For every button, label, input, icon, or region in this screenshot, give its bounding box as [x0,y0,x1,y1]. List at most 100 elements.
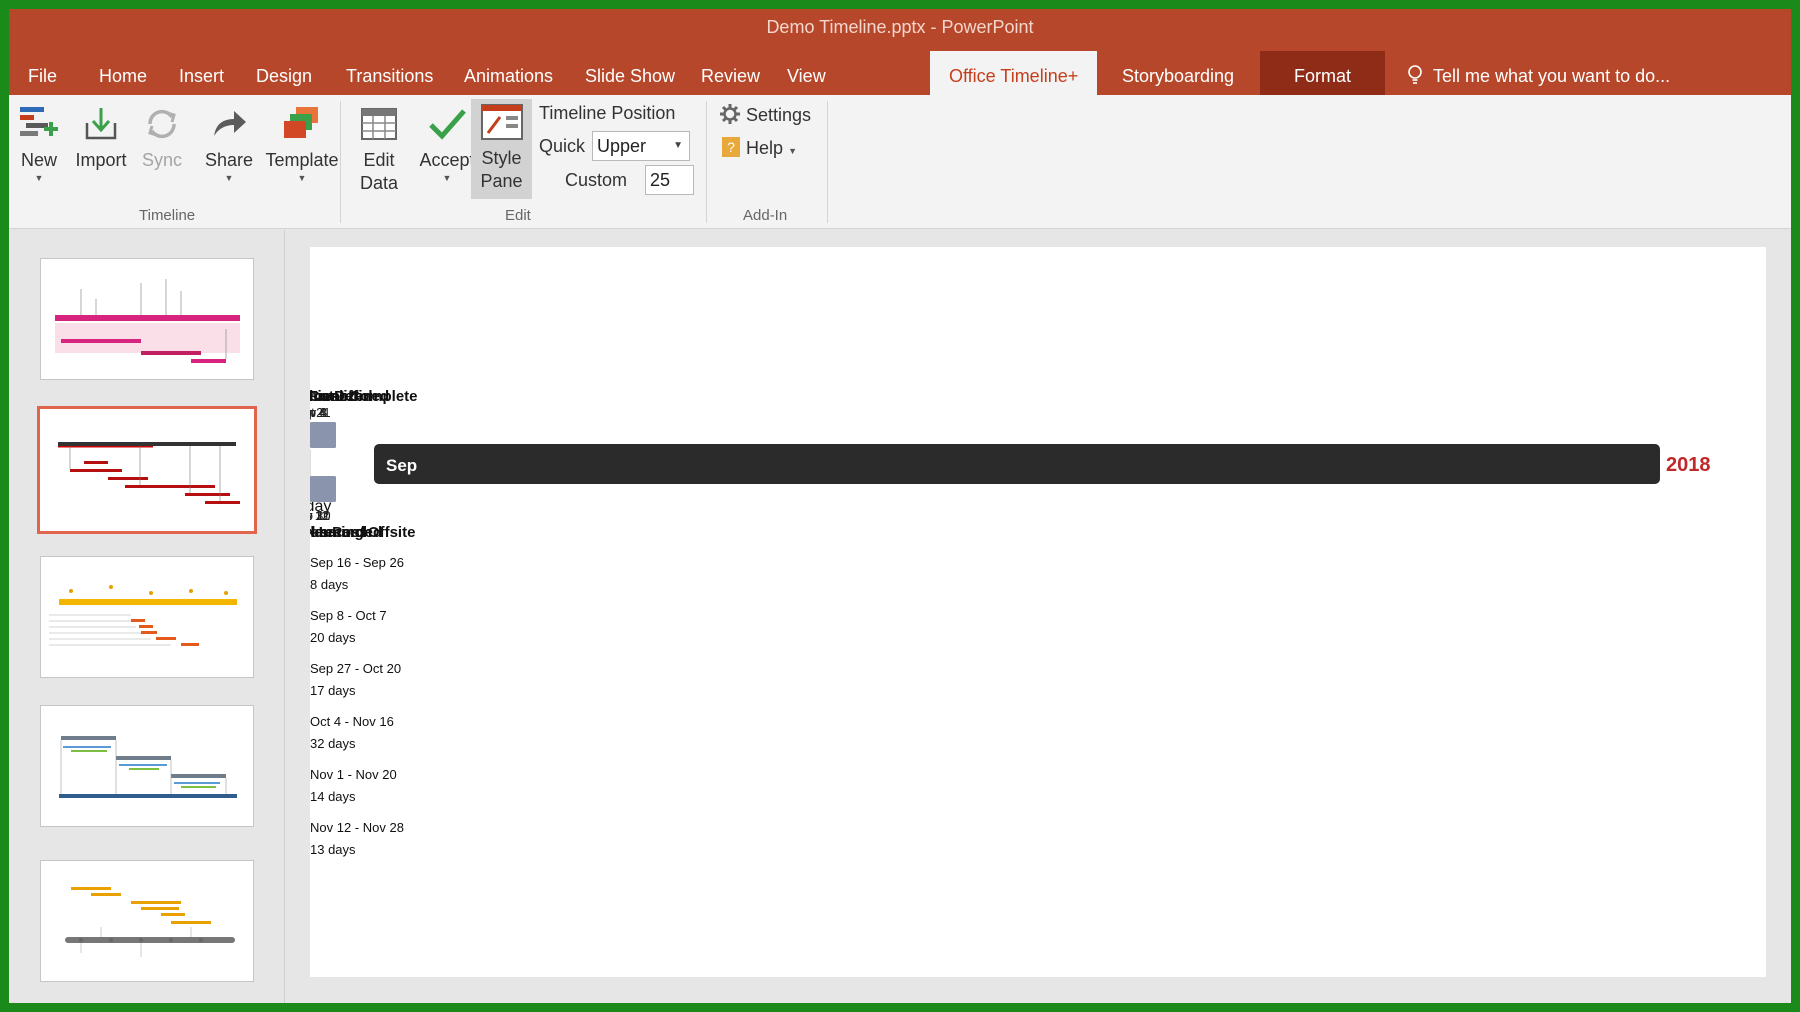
quick-position-value: Upper [597,136,647,156]
edit-data-line1: Edit [363,150,395,170]
help-icon: ? [722,137,740,157]
task-duration: 8 days [310,577,349,592]
task-duration: 17 days [310,683,356,698]
month-label: Nov [310,456,343,475]
sync-icon [148,109,176,139]
thumbnail-preview [59,736,237,798]
help-label: Help [746,138,784,158]
task-duration: 20 days [310,630,356,645]
month-label: Sep [386,456,417,475]
custom-position-value: 25 [650,170,671,190]
slide-thumbnail-pane [9,230,285,1003]
tab-transitions[interactable]: Transitions [346,51,433,95]
group-label-edit: Edit [505,207,531,224]
timeline-graphic: SepOctNov2018TodaySep 8Themes FinalizedO… [310,388,1711,858]
tab-review[interactable]: Review [701,51,760,95]
sync-button[interactable]: Sync [137,101,187,172]
tab-insert[interactable]: Insert [179,51,224,95]
thumbnail-preview [65,887,235,957]
quick-position-dropdown[interactable]: Upper ▼ [592,131,690,161]
help-button[interactable]: ? Help ▼ [721,136,797,159]
task-date-range: Nov 12 - Nov 28 [310,820,404,835]
time-band [374,444,1660,484]
task-duration: 14 days [310,789,356,804]
title-bar: Demo Timeline.pptx - PowerPoint [9,9,1791,51]
table-grid-icon [361,108,397,140]
style-pane-icon [480,104,523,140]
task-duration: 32 days [310,736,356,751]
timeline-position-label: Timeline Position [539,103,676,123]
group-label-add-in: Add-In [743,207,788,224]
milestone-marker [310,422,336,448]
group-separator [827,101,828,223]
slide-thumbnail-1[interactable] [40,258,254,380]
share-button[interactable]: Share ▼ [202,101,256,184]
tab-file[interactable]: File [28,51,57,95]
slide-thumbnail-3[interactable] [40,556,254,678]
edit-data-button[interactable]: Edit Data [354,101,404,195]
task-date-range: Sep 8 - Oct 7 [310,608,387,623]
task-date-range: Nov 1 - Nov 20 [310,767,397,782]
tab-view[interactable]: View [787,51,826,95]
milestone-marker [310,476,336,502]
tab-format[interactable]: Format [1260,51,1386,95]
group-separator [706,101,707,223]
task-date-range: Oct 4 - Nov 16 [310,714,394,729]
custom-label: Custom [565,170,628,190]
slide-thumbnail-4[interactable] [40,705,254,827]
template-label: Template [265,150,339,170]
powerpoint-window: Demo Timeline.pptx - PowerPoint File Hom… [9,9,1791,1003]
share-arrow-icon [214,111,246,136]
import-label: Import [75,150,127,170]
share-label: Share [204,150,254,170]
task-date-range: Sep 27 - Oct 20 [310,661,401,676]
tab-office-timeline[interactable]: Office Timeline+ [930,51,1098,95]
checkmark-icon [429,109,466,140]
thumbnail-preview [49,585,237,646]
milestone-title: Post Scorecard [310,524,365,541]
ribbon: New ▼ Import Sync Share ▼ Template ▼ Tim… [9,95,1791,229]
thumbnail-preview [55,279,240,363]
tab-animations[interactable]: Animations [464,51,553,95]
template-button[interactable]: Template ▼ [261,101,343,184]
chevron-down-icon: ▼ [442,173,452,183]
new-label: New [20,150,57,170]
style-pane-line1: Style [481,148,522,168]
group-separator [340,101,341,223]
chevron-down-icon: ▼ [788,146,797,156]
quick-label: Quick [539,136,586,156]
accept-label: Accept [419,150,475,170]
group-label-timeline: Timeline [139,207,196,224]
style-pane-button[interactable]: Style Pane [471,99,532,199]
accept-button[interactable]: Accept ▼ [415,101,479,184]
template-icon [284,107,318,138]
window-title: Demo Timeline.pptx - PowerPoint [766,17,1034,37]
lightbulb-icon [1408,65,1422,84]
ribbon-tab-bar: File Home Insert Design Transitions Anim… [9,51,1791,95]
task-duration: 13 days [310,842,356,857]
milestone-title: Online Commitment Complete [310,388,418,405]
tab-slide-show[interactable]: Slide Show [585,51,675,95]
slide-thumbnail-5[interactable] [40,860,254,982]
settings-button[interactable]: Settings [719,103,811,126]
import-icon [85,108,117,140]
thumbnail-preview [58,442,240,504]
new-timeline-icon [20,107,58,136]
chevron-down-icon: ▼ [34,173,44,183]
slide-canvas[interactable]: SepOctNov2018TodaySep 8Themes FinalizedO… [310,247,1766,977]
tab-storyboarding[interactable]: Storyboarding [1122,51,1234,95]
tell-me-search[interactable]: Tell me what you want to do... [1407,51,1670,95]
slide-thumbnail-2-selected[interactable] [37,406,257,534]
settings-label: Settings [746,105,812,125]
new-button[interactable]: New ▼ [15,101,63,184]
chevron-down-icon: ▼ [224,173,234,183]
tell-me-text: Tell me what you want to do... [1433,66,1671,86]
dropdown-arrow-icon: ▼ [673,140,683,151]
import-button[interactable]: Import [71,101,131,172]
svg-text:?: ? [727,139,735,155]
task-date-range: Sep 16 - Sep 26 [310,555,404,570]
year-label: 2018 [1666,454,1711,476]
tab-home[interactable]: Home [99,51,147,95]
tab-design[interactable]: Design [256,51,312,95]
custom-position-input[interactable]: 25 [645,165,694,195]
